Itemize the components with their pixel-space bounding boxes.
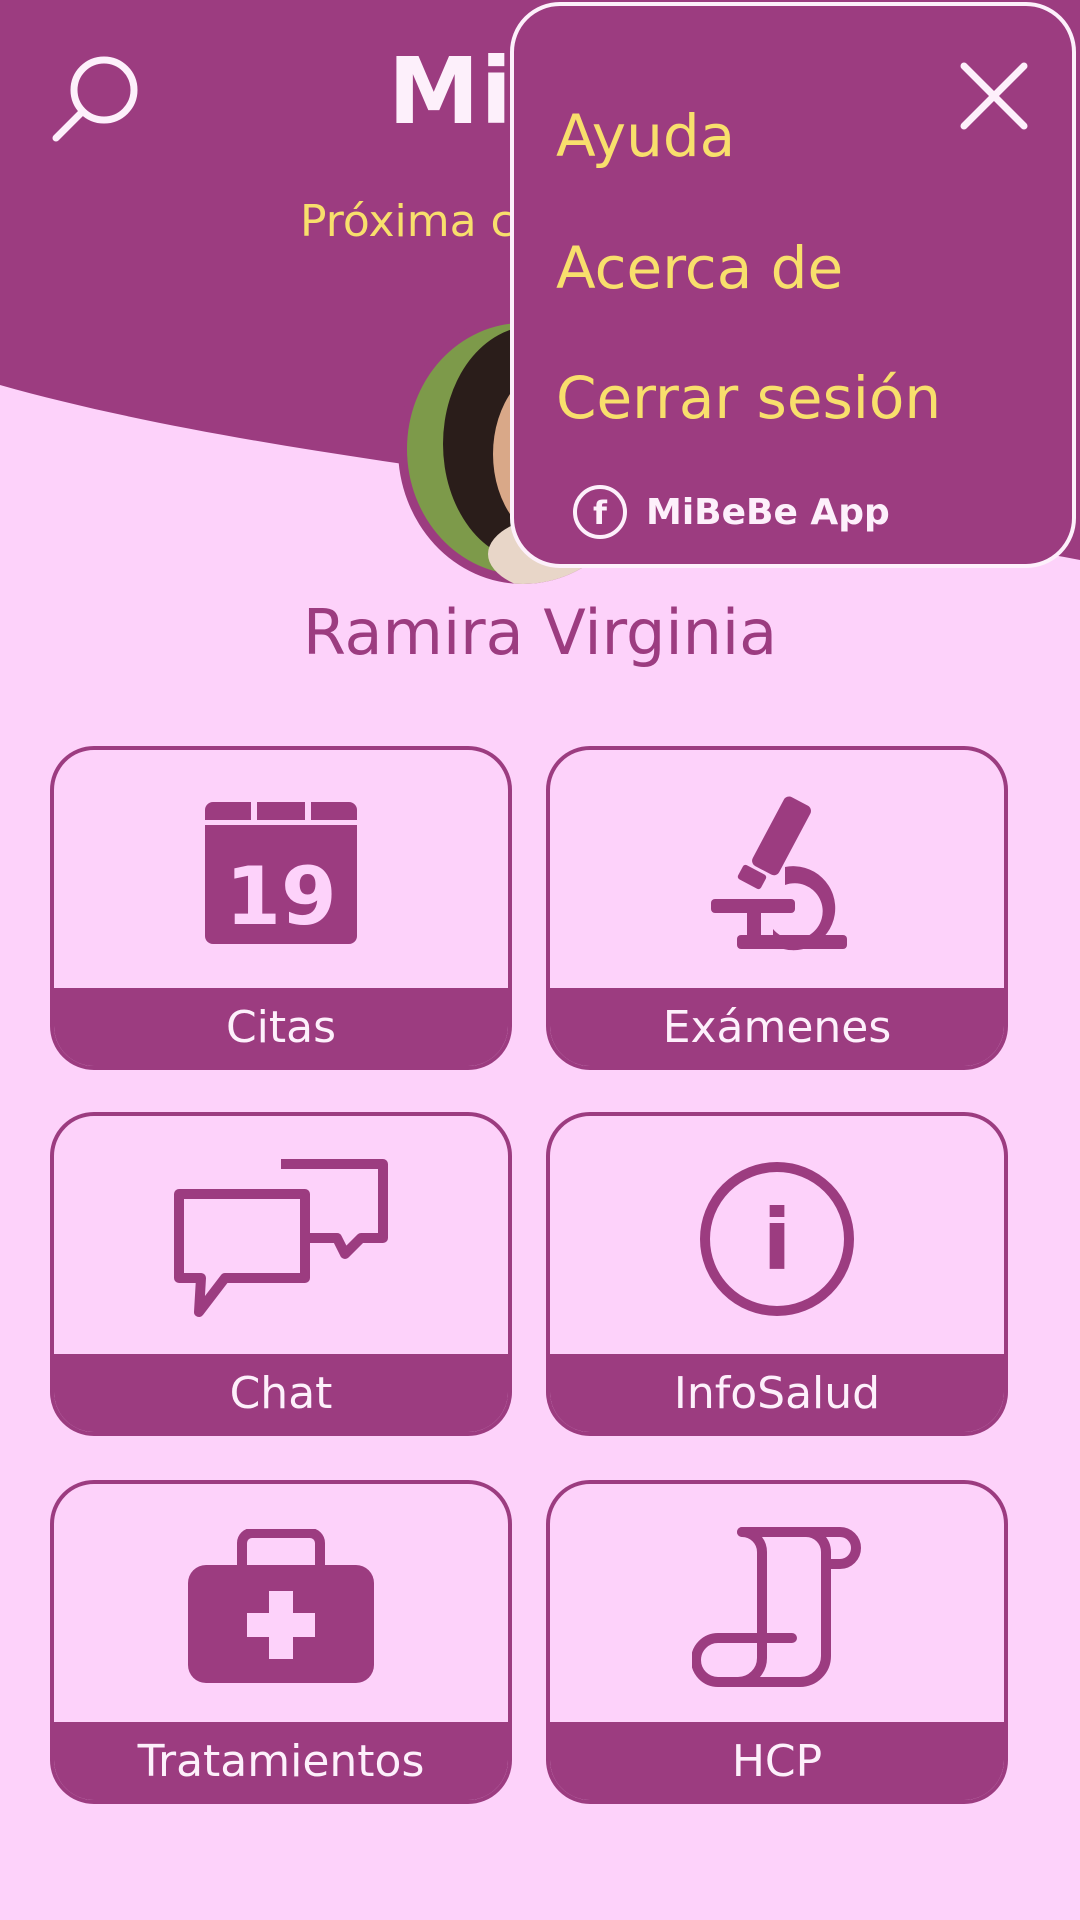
app-title: Mi: [388, 38, 514, 145]
calendar-day-number: 19: [225, 850, 336, 943]
tile-label: Chat: [54, 1354, 508, 1432]
svg-text:f: f: [593, 494, 608, 532]
chat-bubbles-icon: [174, 1159, 388, 1317]
tile-label: Tratamientos: [54, 1722, 508, 1800]
tile-hcp[interactable]: HCP: [546, 1480, 1008, 1804]
tile-tratamientos[interactable]: Tratamientos: [50, 1480, 512, 1804]
info-glyph: i: [763, 1191, 792, 1289]
tile-label: InfoSalud: [550, 1354, 1004, 1432]
facebook-icon: f: [573, 485, 627, 539]
close-icon: [960, 62, 1028, 130]
menu-item-cerrar-sesion[interactable]: Cerrar sesión: [556, 364, 941, 432]
search-button[interactable]: [48, 52, 144, 148]
facebook-label: MiBeBe App: [646, 491, 890, 533]
tile-examenes[interactable]: Exámenes: [546, 746, 1008, 1070]
close-button[interactable]: [958, 60, 1030, 132]
menu-item-ayuda[interactable]: Ayuda: [556, 102, 735, 170]
medical-kit-icon: [188, 1529, 374, 1683]
scroll-icon: [692, 1527, 861, 1687]
tile-citas[interactable]: 19 Citas: [50, 746, 512, 1070]
calendar-icon: 19: [205, 802, 357, 944]
tile-infosalud[interactable]: i InfoSalud: [546, 1112, 1008, 1436]
info-icon: i: [700, 1162, 854, 1316]
search-icon: [52, 56, 138, 142]
tile-label: HCP: [550, 1722, 1004, 1800]
facebook-link[interactable]: f MiBeBe App: [572, 484, 890, 540]
microscope-icon: [711, 796, 847, 951]
overflow-menu: Ayuda Acerca de Cerrar sesión f MiBeBe A…: [510, 2, 1076, 568]
tile-label: Citas: [54, 988, 508, 1066]
next-appointment-text: Próxima c: [300, 196, 515, 247]
tile-chat[interactable]: Chat: [50, 1112, 512, 1436]
tile-label: Exámenes: [550, 988, 1004, 1066]
menu-item-acerca-de[interactable]: Acerca de: [556, 234, 843, 302]
user-name: Ramira Virginia: [302, 596, 778, 669]
